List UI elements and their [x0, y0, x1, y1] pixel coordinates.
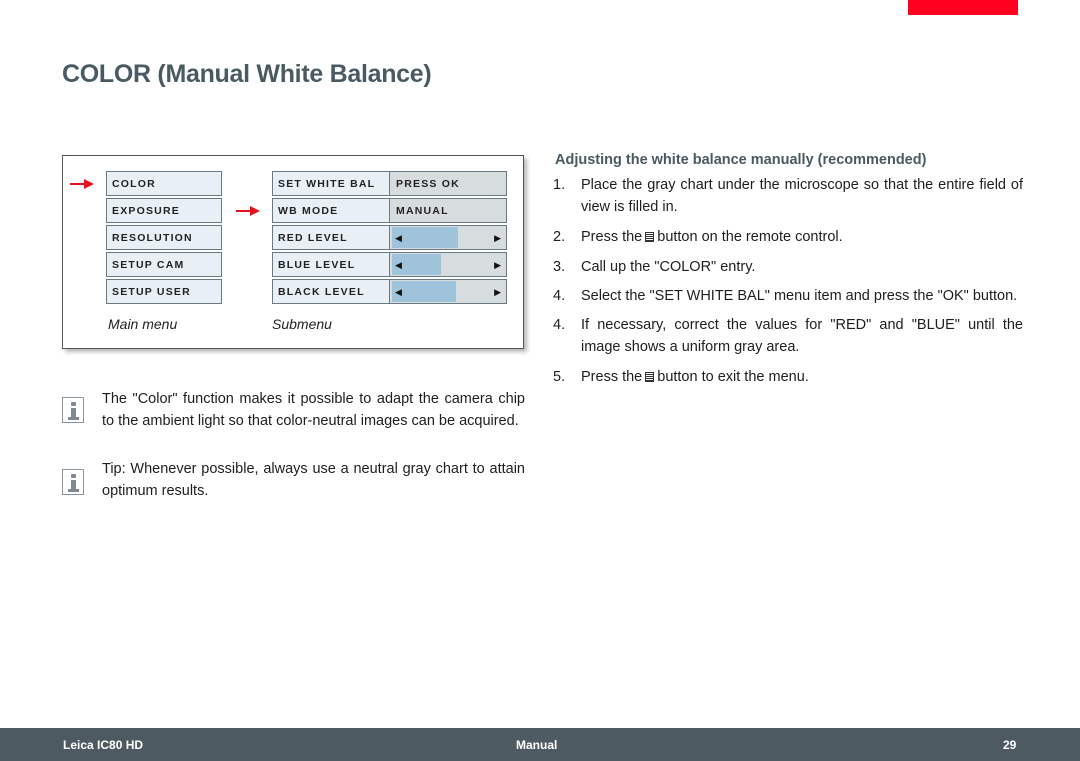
step-number: 2.: [553, 229, 566, 245]
procedure-step: 4. Select the "SET WHITE BAL" menu item …: [553, 285, 1023, 307]
procedure-step: 3. Call up the "COLOR" entry.: [553, 256, 1023, 278]
step-text: Call up the "COLOR" entry.: [581, 259, 756, 275]
procedure-step: 4. If necessary, correct the values for …: [553, 314, 1023, 358]
step-text: If necessary, correct the values for "RE…: [581, 317, 1023, 355]
step-number: 5.: [553, 369, 566, 385]
menu-button-icon: [645, 232, 655, 242]
red-level-slider: ◀ ▶: [390, 225, 507, 250]
step-text: Select the "SET WHITE BAL" menu item and…: [581, 288, 1018, 304]
left-arrow-icon: ◀: [395, 287, 402, 297]
note-color-function: The "Color" function makes it possible t…: [102, 391, 525, 429]
step-text: Press the button on the remote control.: [581, 229, 843, 245]
submenu-label-set-white-bal: SET WHITE BAL: [272, 171, 390, 196]
left-arrow-icon: ◀: [395, 260, 402, 270]
blue-level-slider: ◀ ▶: [390, 252, 507, 277]
header-accent-tab: [908, 0, 1018, 15]
selection-arrow-icon: [236, 206, 260, 216]
info-icon: [62, 469, 84, 495]
step-number: 4.: [553, 288, 566, 304]
page-footer: Leica IC80 HD Manual 29: [0, 728, 1080, 761]
right-arrow-icon: ▶: [494, 233, 501, 243]
footer-doc-type: Manual: [516, 738, 558, 752]
submenu-label-blue-level: BLUE LEVEL: [272, 252, 390, 277]
submenu-label-red-level: RED LEVEL: [272, 225, 390, 250]
footer-product: Leica IC80 HD: [63, 738, 144, 752]
step-number: 3.: [553, 259, 566, 275]
right-arrow-icon: ▶: [494, 260, 501, 270]
page-title: COLOR (Manual White Balance): [62, 60, 432, 88]
step-text: Press the button to exit the menu.: [581, 369, 809, 385]
procedure-step: 1. Place the gray chart under the micros…: [553, 174, 1023, 218]
left-arrow-icon: ◀: [395, 233, 402, 243]
procedure-step: 2. Press the button on the remote control…: [553, 226, 1023, 248]
selection-arrow-icon: [70, 179, 94, 189]
main-menu-item-setup-cam: SETUP CAM: [106, 252, 222, 277]
submenu-label-wb-mode: WB MODE: [272, 198, 390, 223]
procedure-step: 5. Press the button to exit the menu.: [553, 366, 1023, 388]
main-menu-caption: Main menu: [108, 316, 178, 332]
step-number: 1.: [553, 177, 566, 193]
submenu-caption: Submenu: [272, 316, 332, 332]
submenu-value-set-white-bal: PRESS OK: [390, 171, 507, 196]
procedure-heading: Adjusting the white balance manually (re…: [555, 152, 927, 168]
info-icon: [62, 397, 84, 423]
submenu-label-black-level: BLACK LEVEL: [272, 279, 390, 304]
main-menu-item-color: COLOR: [106, 171, 222, 196]
note-tip: Tip: Whenever possible, always use a neu…: [102, 461, 525, 499]
menu-button-icon: [645, 372, 655, 382]
main-menu-item-resolution: RESOLUTION: [106, 225, 222, 250]
footer-page-number: 29: [1003, 738, 1017, 752]
main-menu-item-exposure: EXPOSURE: [106, 198, 222, 223]
main-menu-item-setup-user: SETUP USER: [106, 279, 222, 304]
black-level-slider: ◀ ▶: [390, 279, 507, 304]
submenu-value-wb-mode: MANUAL: [390, 198, 507, 223]
step-text: Place the gray chart under the microscop…: [581, 177, 1023, 215]
right-arrow-icon: ▶: [494, 287, 501, 297]
step-number: 4.: [553, 317, 566, 333]
